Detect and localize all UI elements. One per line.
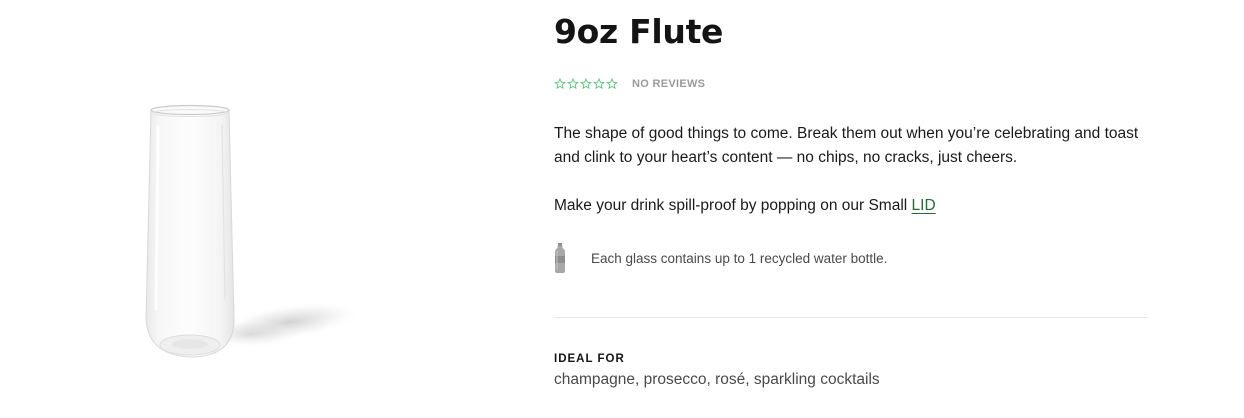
recycle-info: Each glass contains up to 1 recycled wat…	[554, 242, 887, 274]
star-empty-icon	[593, 78, 605, 90]
water-bottle-icon	[555, 243, 565, 273]
lid-link[interactable]: LID	[912, 197, 936, 214]
recycle-text: Each glass contains up to 1 recycled wat…	[591, 250, 888, 266]
star-rating[interactable]	[554, 78, 618, 90]
rating-row: NO REVIEWS	[554, 76, 705, 92]
lid-promo: Make your drink spill-proof by popping o…	[554, 194, 936, 218]
section-divider	[554, 317, 1148, 318]
flute-glass-image	[145, 104, 362, 358]
product-description: The shape of good things to come. Break …	[554, 125, 1139, 166]
star-empty-icon	[567, 78, 579, 90]
product-title: 9oz Flute	[554, 12, 724, 51]
star-empty-icon	[580, 78, 592, 90]
star-empty-icon	[554, 78, 566, 90]
star-empty-icon	[606, 78, 618, 90]
lid-promo-text: Make your drink spill-proof by popping o…	[554, 197, 912, 214]
product-image	[0, 0, 520, 418]
ideal-for-label: IDEAL FOR	[554, 353, 625, 365]
reviews-link[interactable]: NO REVIEWS	[632, 78, 705, 90]
ideal-for-value: champagne, prosecco, rosé, sparkling coc…	[554, 371, 880, 388]
